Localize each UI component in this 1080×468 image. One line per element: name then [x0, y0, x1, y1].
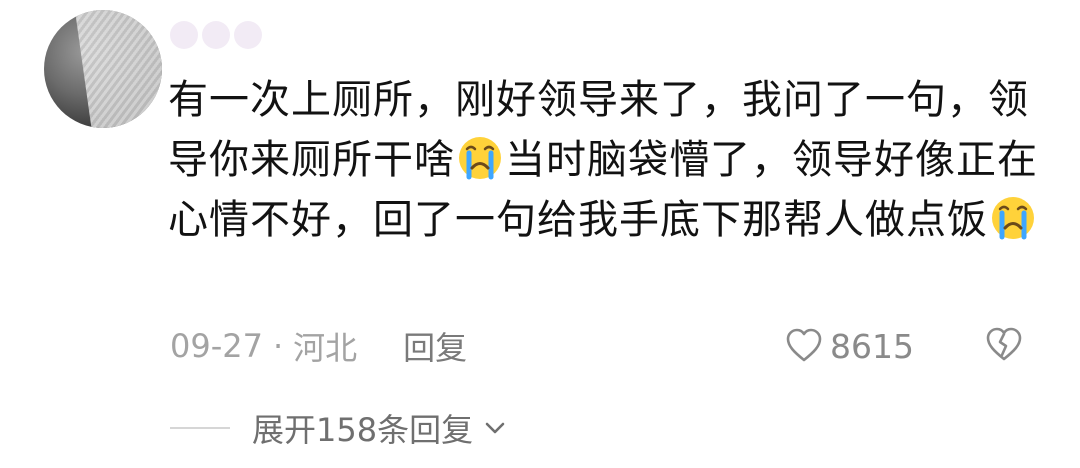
like-button[interactable]: 8615 [784, 322, 914, 370]
crying-face-emoji-icon [992, 197, 1034, 240]
expand-replies-button[interactable]: 展开158条回复 [170, 405, 509, 451]
heart-icon [786, 328, 822, 362]
expand-replies-label: 展开158条回复 [252, 411, 474, 449]
comment-location: 河北 [293, 329, 358, 367]
avatar[interactable] [44, 10, 162, 128]
avatar-blur-overlay [74, 10, 162, 128]
chevron-down-icon [485, 422, 505, 434]
comment-meta: 09-27 · 河北 回复 [170, 322, 467, 370]
like-count: 8615 [830, 326, 914, 366]
username-blurred[interactable] [170, 18, 262, 52]
username-blur-2 [202, 21, 230, 49]
comment-text: 有一次上厕所，刚好领导来了，我问了一句，领导你来厕所干啥 当时脑袋懵了，领导好像… [168, 70, 1048, 250]
reply-button[interactable]: 回复 [403, 323, 467, 369]
username-blur-3 [234, 21, 262, 49]
crying-face-emoji-icon [459, 137, 501, 180]
username-blur-1 [170, 21, 198, 49]
divider-line [170, 427, 230, 429]
comment-date: 09-27 [170, 327, 263, 365]
broken-heart-icon[interactable] [984, 325, 1024, 365]
meta-separator: · [272, 327, 284, 365]
